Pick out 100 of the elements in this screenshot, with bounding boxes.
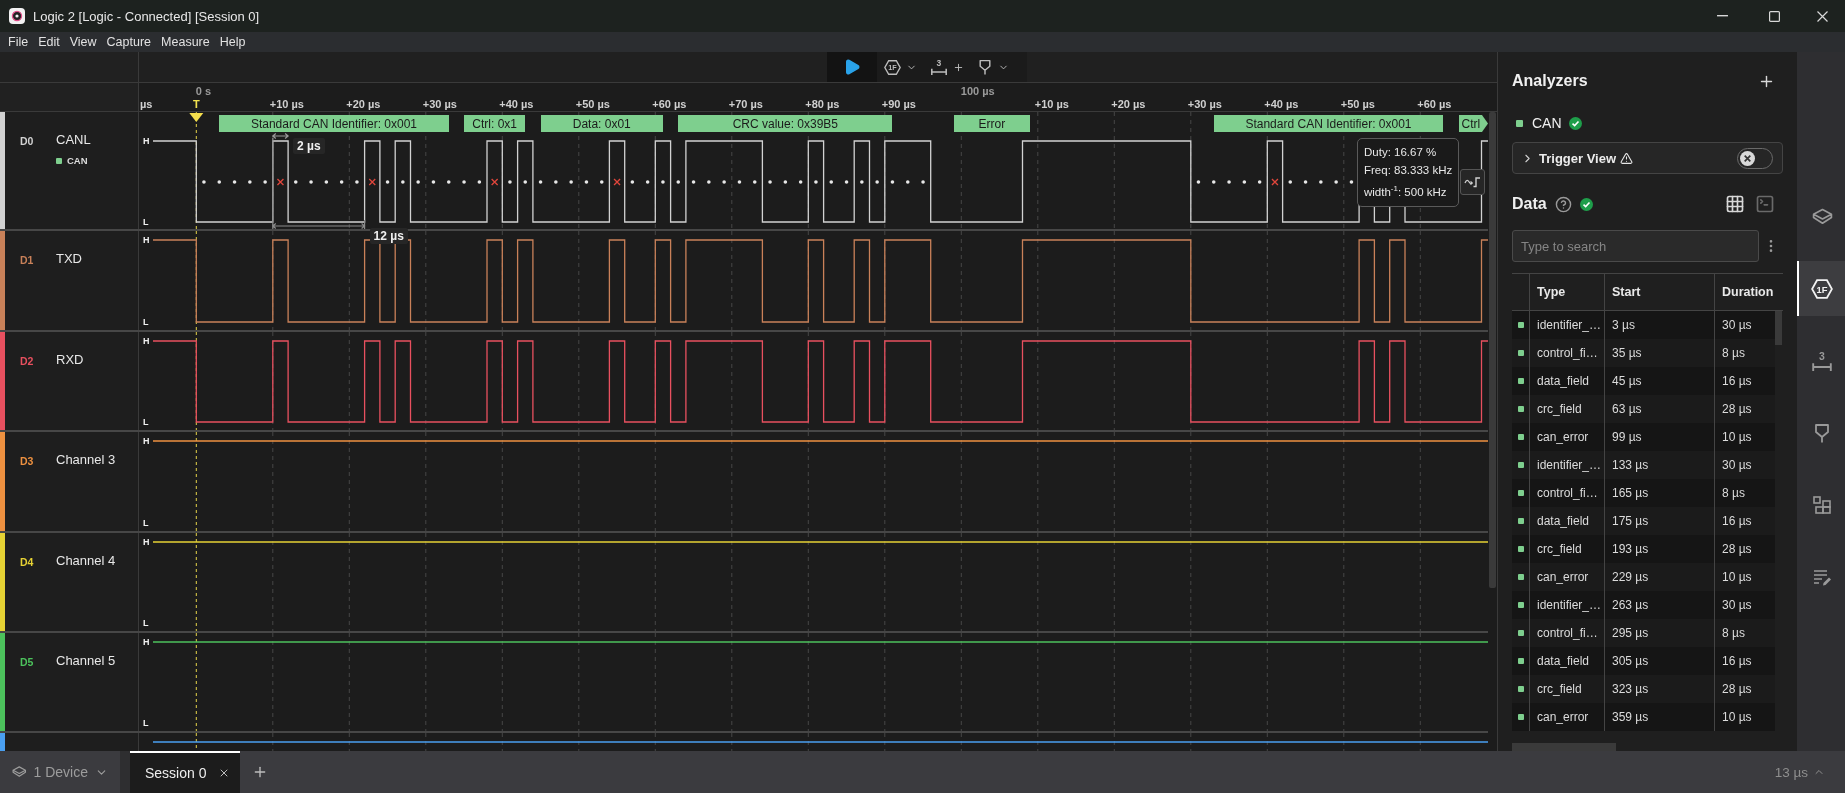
menu-item[interactable]: File (3, 32, 34, 52)
sample-dot (645, 180, 650, 184)
sample-dot (584, 180, 589, 184)
sample-dot (1349, 180, 1354, 184)
menu-item[interactable]: View (64, 32, 102, 52)
channel-name: TXD (56, 251, 82, 266)
time-tick-label: +60 µs (652, 98, 687, 110)
row-square-icon (1518, 658, 1524, 664)
level-label: L (143, 317, 149, 327)
sample-dot (538, 180, 543, 184)
sample-dot (232, 180, 237, 184)
menu-item[interactable]: Measure (156, 32, 215, 52)
window-title: Logic 2 [Logic - Connected] [Session 0] (33, 8, 260, 24)
trigger-marker-icon (189, 113, 204, 122)
sample-dot (401, 180, 405, 184)
annotation-bar: Ctrl: 0x1 (464, 115, 526, 132)
table-cell: 359 µs (1604, 703, 1714, 731)
app-logo-icon (9, 8, 25, 24)
row-square-icon (1518, 462, 1524, 468)
play-icon (843, 58, 861, 76)
level-label: H (143, 235, 150, 245)
time-tick-label: +60 µs (1417, 98, 1452, 110)
level-label: L (143, 718, 149, 728)
channel-id: D5 (20, 655, 35, 669)
search-field[interactable]: Type to search (1512, 230, 1759, 262)
sample-dot (462, 180, 466, 184)
maximize-icon (1768, 10, 1780, 22)
sample-dot (1211, 180, 1216, 184)
play-button[interactable] (827, 52, 877, 82)
time-tick-label: +20 µs (1111, 98, 1146, 110)
sample-dot (783, 180, 788, 184)
add-measurement-button[interactable]: 3 (923, 52, 971, 82)
view-toggle-button[interactable] (1755, 194, 1775, 214)
time-tick-label: +80 µs (805, 98, 840, 110)
sample-dot (1334, 180, 1338, 184)
warning-icon (1620, 151, 1634, 165)
sample-dot (293, 180, 298, 184)
level-label: L (143, 518, 149, 528)
sample-dot (217, 180, 222, 184)
measurement-label: 12 µs (369, 228, 408, 244)
trigger-line (195, 733, 197, 751)
sample-dot (523, 180, 528, 184)
sample-dot (844, 180, 849, 184)
row-square-icon (1518, 714, 1524, 720)
menu-item[interactable]: Help (214, 32, 251, 52)
channel-name: Channel 3 (56, 452, 116, 467)
annotation-bar: Standard CAN Identifier: 0x001 (1213, 115, 1444, 132)
sample-dot (1319, 180, 1323, 184)
help-icon[interactable] (1554, 195, 1572, 213)
sample-dot (385, 180, 390, 184)
pulse-wave-icon (1464, 176, 1481, 188)
sample-dot (921, 180, 925, 184)
pulse-measure-button[interactable] (1460, 169, 1485, 195)
sample-dot (860, 180, 864, 184)
session-tab[interactable]: Session 0 (130, 751, 241, 793)
hexagon-icon: 1F (1811, 277, 1833, 300)
channel-name: RXD (56, 352, 84, 367)
menu-item[interactable]: Edit (33, 32, 65, 52)
sample-dot (477, 180, 482, 184)
sample-dot (905, 180, 910, 184)
channel-name: CANL (56, 132, 91, 147)
time-tick-label: +40 µs (499, 98, 534, 110)
squares-icon (1812, 494, 1832, 515)
channel-id: D2 (20, 354, 35, 368)
scrollbar-thumb[interactable] (1489, 112, 1496, 588)
row-square-icon (1518, 434, 1524, 440)
minimize-icon (1716, 15, 1728, 17)
level-label: L (143, 417, 149, 427)
menu-item[interactable]: Capture (101, 32, 157, 52)
analyzer-square-icon (56, 157, 62, 164)
marker-pin-icon (977, 59, 993, 75)
scrollbar-thumb[interactable] (1512, 743, 1616, 751)
channel-id: D1 (20, 253, 35, 267)
side-tab[interactable]: 3 (1797, 333, 1845, 388)
sample-dot (707, 180, 711, 184)
side-tab[interactable]: 1F (1797, 261, 1845, 316)
sample-dot (1242, 180, 1247, 184)
sample-dot (569, 180, 573, 184)
sample-dot (661, 180, 665, 184)
channel-name: Channel 4 (56, 553, 116, 568)
level-label: L (143, 618, 149, 628)
x-mark-icon (1271, 178, 1279, 186)
x-mark-icon (368, 178, 376, 186)
channel-name: Channel 5 (56, 653, 116, 668)
x-mark-icon (491, 178, 499, 186)
sample-dot (202, 180, 206, 184)
x-mark-icon (276, 178, 285, 186)
sample-dot (263, 180, 267, 184)
scrollbar-thumb[interactable] (1775, 311, 1782, 345)
sample-dot (722, 180, 726, 184)
layers-icon (12, 764, 27, 780)
tooltip-text: width$^{-1}$: 500 kHz (1364, 183, 1448, 200)
row-square-icon (1518, 406, 1524, 412)
sample-dot (248, 180, 252, 184)
sample-dot (630, 180, 635, 184)
sample-dot (554, 180, 558, 184)
layers-icon (1811, 208, 1833, 225)
row-square-icon (1518, 490, 1524, 496)
level-label: H (143, 136, 150, 146)
sample-dot (752, 180, 757, 184)
